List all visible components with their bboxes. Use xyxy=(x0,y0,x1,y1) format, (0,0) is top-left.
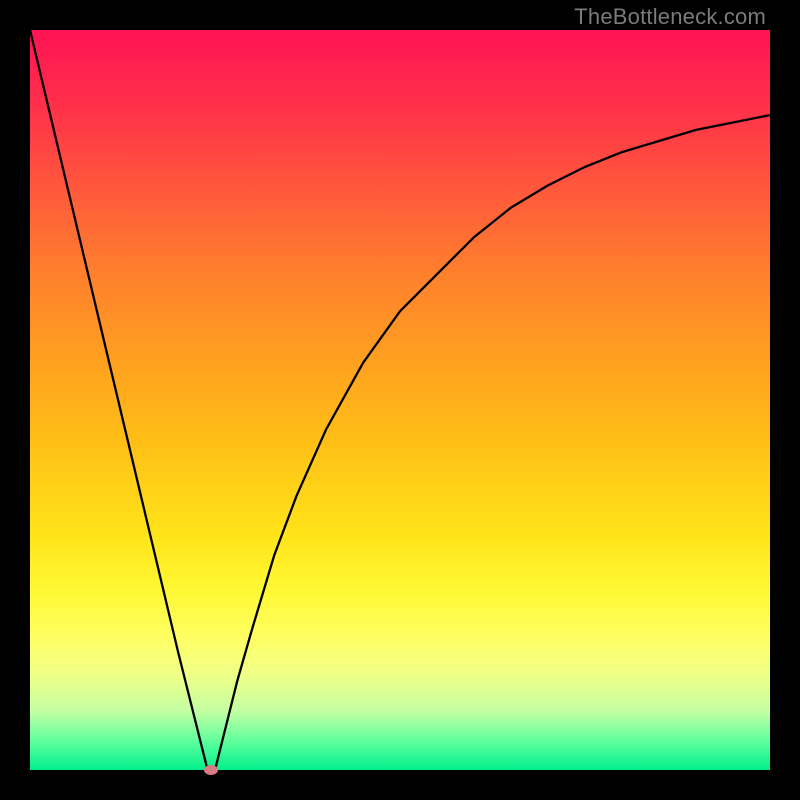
bottleneck-curve xyxy=(30,30,770,770)
chart-frame: TheBottleneck.com xyxy=(0,0,800,800)
watermark-text: TheBottleneck.com xyxy=(574,4,766,30)
curve-layer xyxy=(30,30,770,770)
min-marker xyxy=(204,765,218,775)
plot-area xyxy=(30,30,770,770)
